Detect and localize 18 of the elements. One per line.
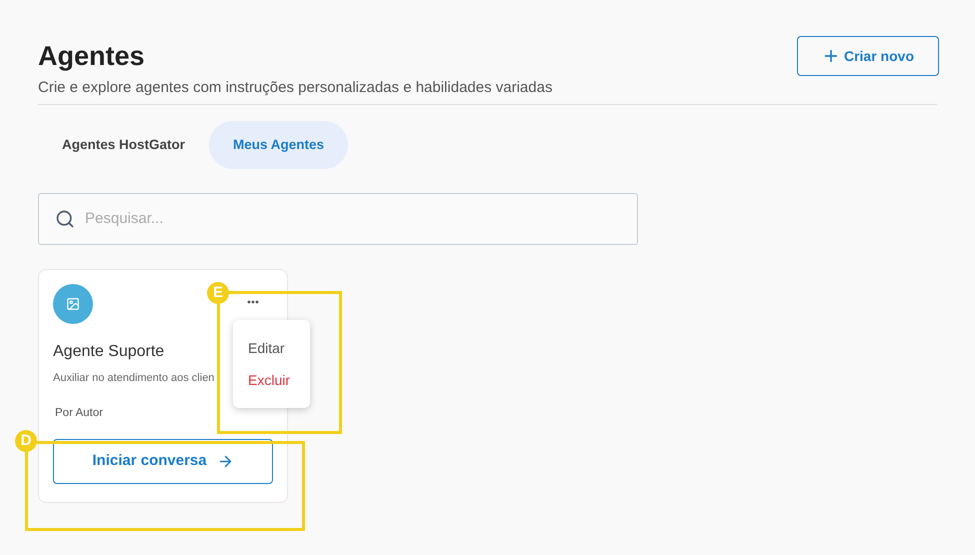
search-field[interactable]: Pesquisar... [38,193,638,245]
annotation-marker: D [15,430,37,452]
tab[interactable]: Agentes HostGator [38,121,210,169]
start-conversation-button[interactable]: Iniciar conversa [53,438,273,484]
more-options-button[interactable] [247,300,259,304]
tab[interactable]: Meus Agentes [209,121,348,169]
create-new-button[interactable]: Criar novo [796,36,939,76]
more-icon [247,300,259,304]
menu-item[interactable]: Editar [248,339,295,357]
image-icon [66,297,80,311]
page-subtitle: Crie e explore agentes com instruções personalizadas e habilidades variadas [38,78,552,98]
search-icon [55,209,75,229]
agent-description: Auxiliar no atendimento aos clien [53,371,214,386]
search-input[interactable]: Pesquisar... [85,208,621,230]
page-title: Agentes [38,40,146,73]
agent-author: Por Autor [55,406,103,420]
agent-name: Agente Suporte [53,342,164,362]
menu-item[interactable]: Excluir [248,371,295,389]
